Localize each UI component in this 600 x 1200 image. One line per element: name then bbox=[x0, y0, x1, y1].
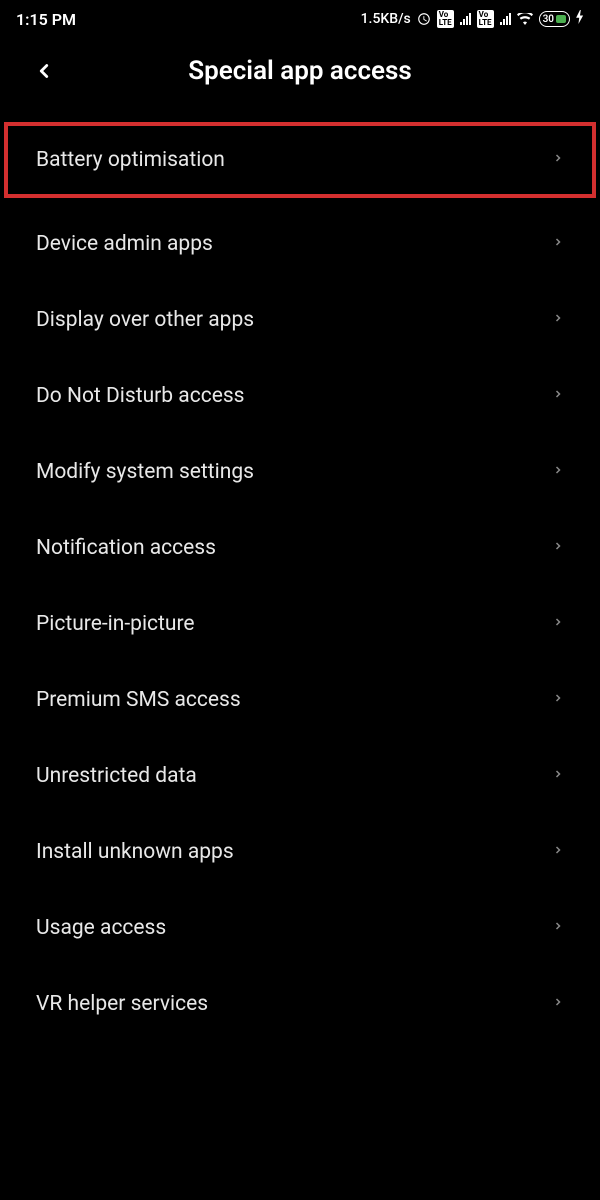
chevron-right-icon bbox=[552, 841, 564, 863]
item-vr-helper-services[interactable]: VR helper services bbox=[4, 966, 596, 1042]
item-label: Unrestricted data bbox=[36, 764, 197, 788]
item-label: Display over other apps bbox=[36, 308, 254, 332]
chevron-right-icon bbox=[552, 149, 564, 171]
volte-badge-2: VoLTE bbox=[477, 10, 494, 28]
item-label: Notification access bbox=[36, 536, 216, 560]
back-button[interactable] bbox=[28, 55, 60, 87]
chevron-right-icon bbox=[552, 765, 564, 787]
item-label: Premium SMS access bbox=[36, 688, 241, 712]
volte-badge-1: VoLTE bbox=[437, 10, 454, 28]
chevron-right-icon bbox=[552, 233, 564, 255]
alarm-icon bbox=[417, 12, 431, 26]
signal-icon-2 bbox=[500, 13, 511, 25]
header: Special app access bbox=[0, 38, 600, 114]
chevron-right-icon bbox=[552, 993, 564, 1015]
status-indicators: 1.5KB/s VoLTE VoLTE 30 bbox=[361, 10, 584, 28]
charging-icon bbox=[576, 10, 584, 28]
item-notification-access[interactable]: Notification access bbox=[4, 510, 596, 586]
battery-percent: 30 bbox=[543, 14, 554, 25]
item-picture-in-picture[interactable]: Picture-in-picture bbox=[4, 586, 596, 662]
item-label: Device admin apps bbox=[36, 232, 213, 256]
status-time: 1:15 PM bbox=[16, 10, 76, 29]
status-bar: 1:15 PM 1.5KB/s VoLTE VoLTE 30 bbox=[0, 0, 600, 38]
chevron-right-icon bbox=[552, 537, 564, 559]
item-modify-system-settings[interactable]: Modify system settings bbox=[4, 434, 596, 510]
item-label: Battery optimisation bbox=[36, 148, 225, 172]
chevron-right-icon bbox=[552, 309, 564, 331]
chevron-right-icon bbox=[552, 917, 564, 939]
chevron-right-icon bbox=[552, 613, 564, 635]
item-label: Usage access bbox=[36, 916, 166, 940]
data-speed: 1.5KB/s bbox=[361, 11, 411, 27]
item-do-not-disturb-access[interactable]: Do Not Disturb access bbox=[4, 358, 596, 434]
battery-icon: 30 bbox=[539, 11, 570, 27]
item-label: Picture-in-picture bbox=[36, 612, 195, 636]
wifi-icon bbox=[517, 13, 533, 25]
settings-list: Battery optimisation Device admin apps D… bbox=[0, 122, 600, 1042]
item-display-over-other-apps[interactable]: Display over other apps bbox=[4, 282, 596, 358]
item-premium-sms-access[interactable]: Premium SMS access bbox=[4, 662, 596, 738]
item-label: Install unknown apps bbox=[36, 840, 234, 864]
item-unrestricted-data[interactable]: Unrestricted data bbox=[4, 738, 596, 814]
chevron-right-icon bbox=[552, 689, 564, 711]
signal-icon-1 bbox=[460, 13, 471, 25]
chevron-right-icon bbox=[552, 461, 564, 483]
page-title: Special app access bbox=[16, 56, 584, 86]
item-usage-access[interactable]: Usage access bbox=[4, 890, 596, 966]
item-label: Do Not Disturb access bbox=[36, 384, 245, 408]
item-label: VR helper services bbox=[36, 992, 208, 1016]
item-device-admin-apps[interactable]: Device admin apps bbox=[4, 206, 596, 282]
chevron-right-icon bbox=[552, 385, 564, 407]
item-battery-optimisation[interactable]: Battery optimisation bbox=[4, 122, 596, 198]
item-label: Modify system settings bbox=[36, 460, 254, 484]
item-install-unknown-apps[interactable]: Install unknown apps bbox=[4, 814, 596, 890]
